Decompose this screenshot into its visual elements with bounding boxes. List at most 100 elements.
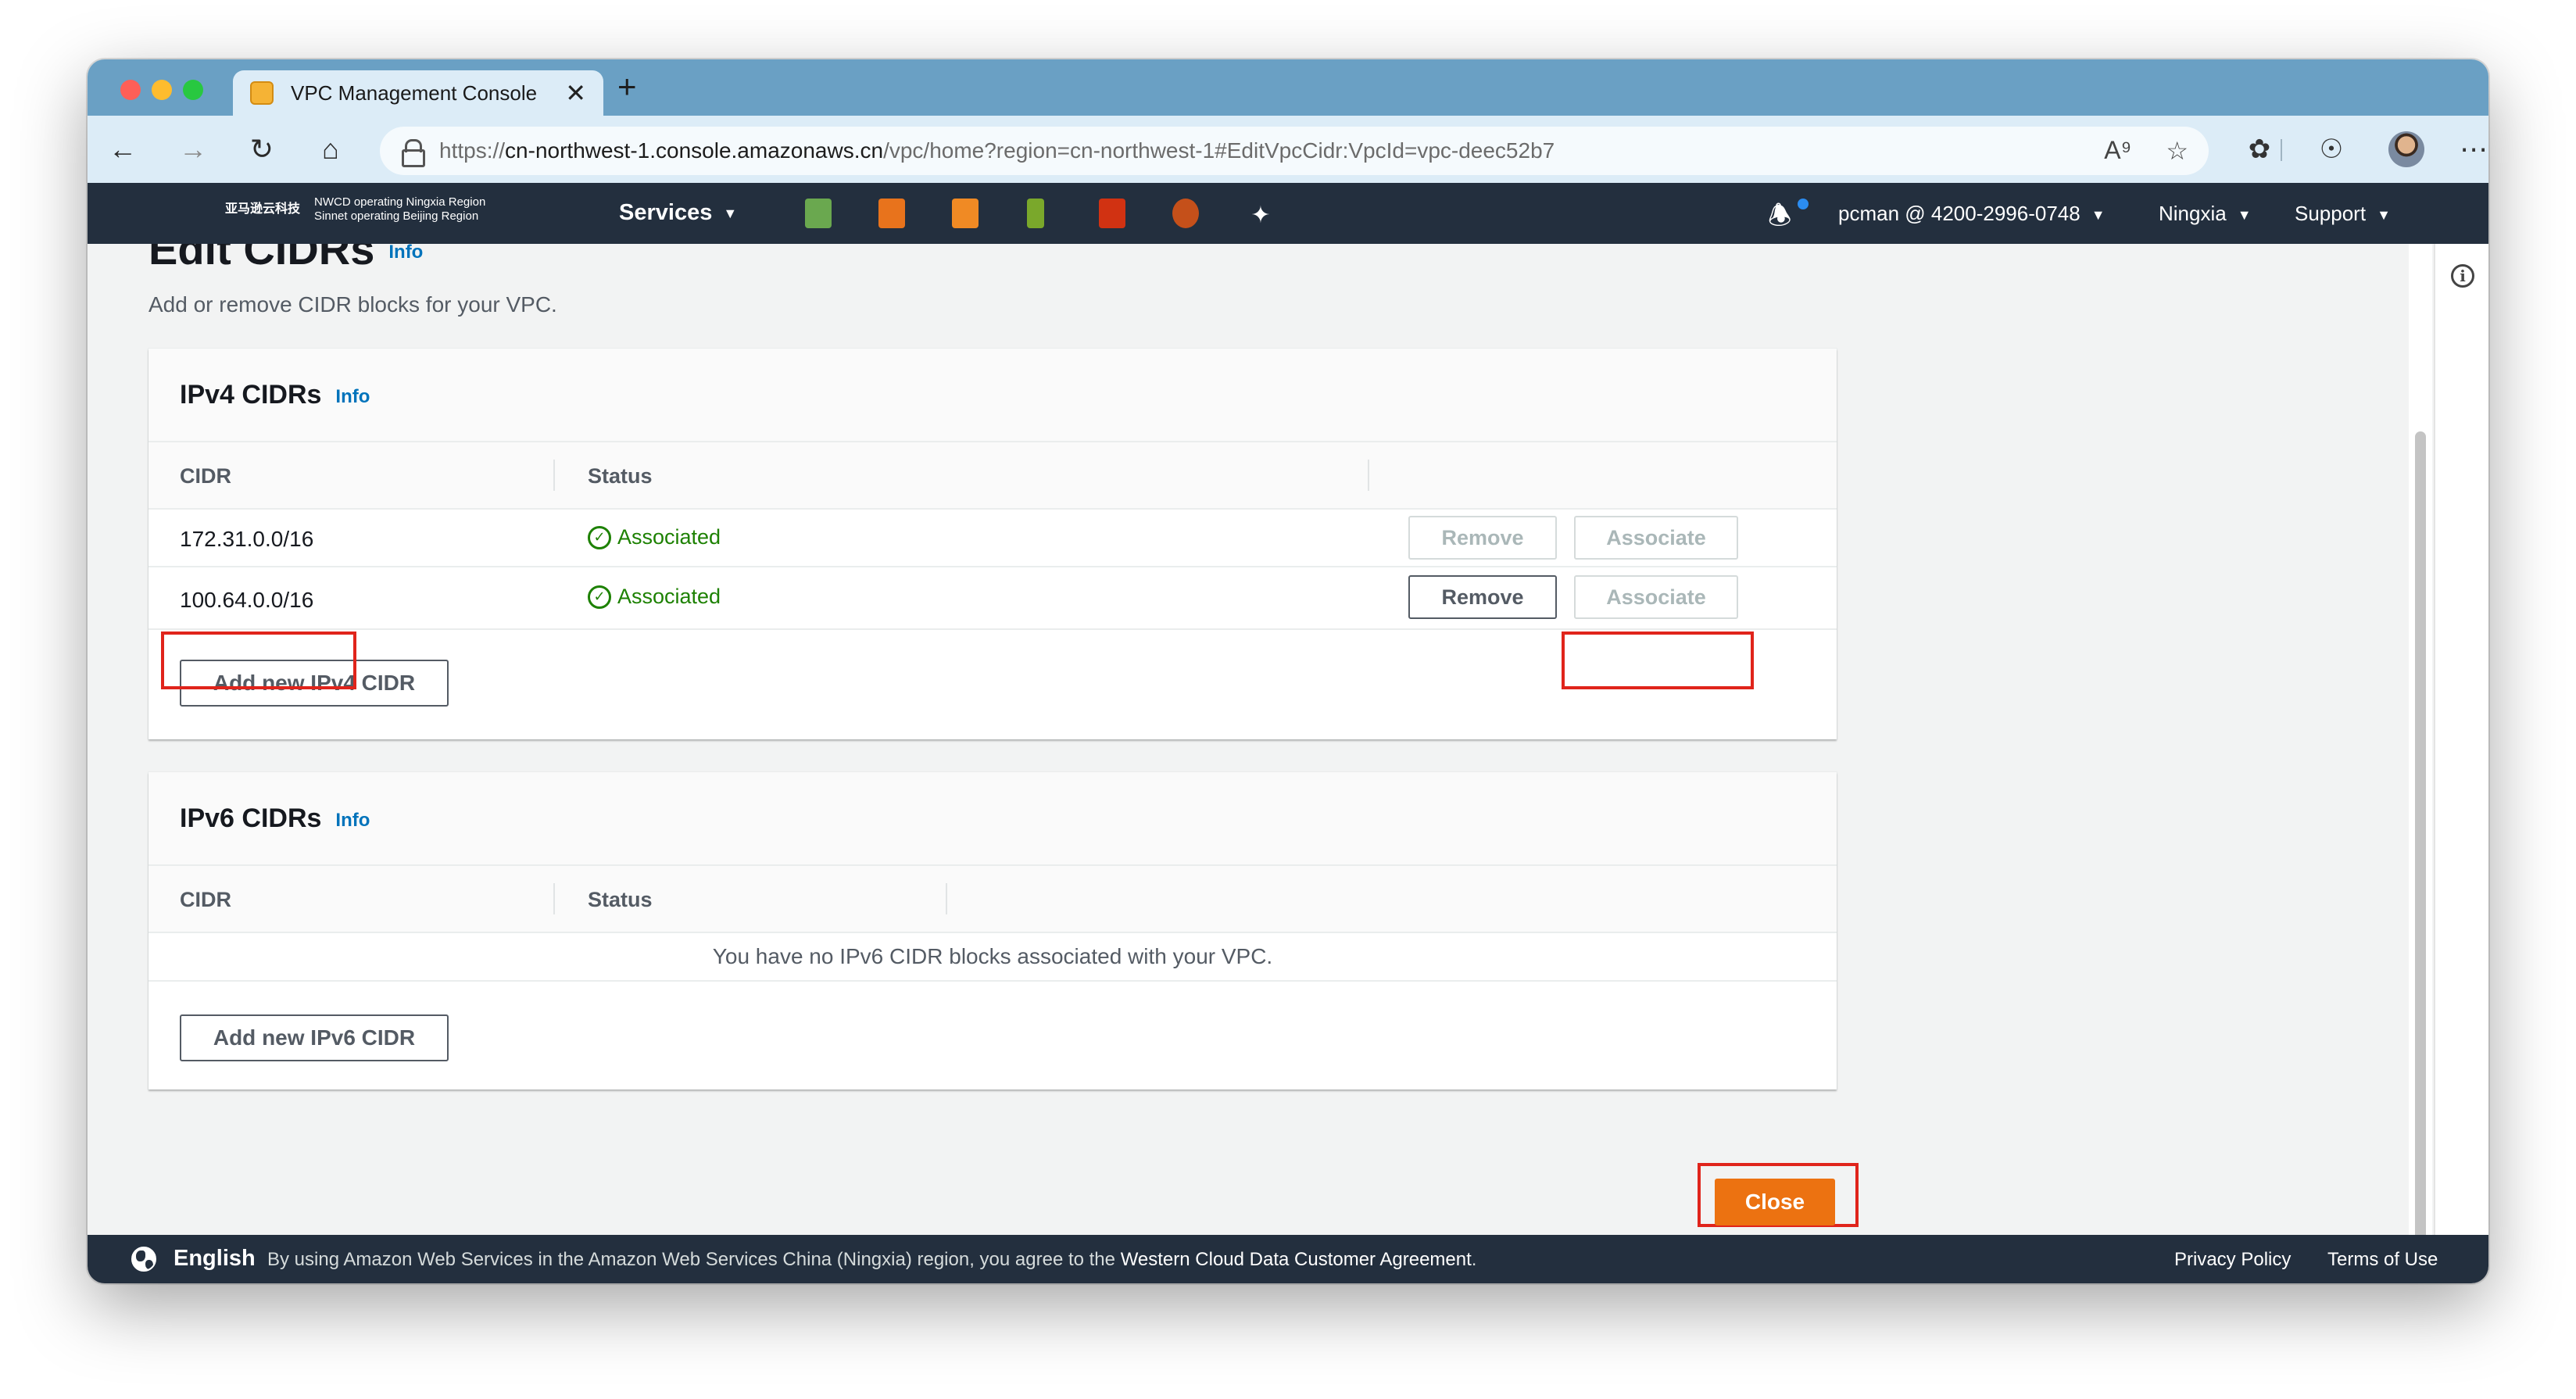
pinned-service-icon[interactable] [1172,199,1199,228]
pinned-service-icon[interactable] [952,199,979,228]
associate-button[interactable]: Associate [1574,516,1738,560]
browser-window: VPC Management Console ✕ + ← → ↻ ⌂ https… [88,59,2488,1283]
globe-icon[interactable] [131,1247,156,1272]
empty-state-row: You have no IPv6 CIDR blocks associated … [148,933,1837,982]
cidr-value: 100.64.0.0/16 [180,588,314,612]
ipv4-panel-header: IPv4 CIDRs Info [148,349,1837,442]
pinned-service-icon[interactable] [1099,199,1125,228]
page-scrollbar[interactable] [2409,244,2432,1257]
ipv6-panel-header: IPv6 CIDRs Info [148,772,1837,866]
url-host: cn-northwest-1.console.amazonaws.cn [505,138,884,163]
page-title-text: Edit CIDRs [148,244,375,274]
pinned-service-icon[interactable] [878,199,905,228]
associate-button[interactable]: Associate [1574,575,1738,619]
chevron-down-icon: ▼ [2377,206,2391,223]
services-menu-button[interactable]: Services ▼ [619,200,737,226]
ipv6-panel-title: IPv6 CIDRs [180,803,322,833]
chevron-down-icon: ▼ [723,205,738,221]
aws-logo-mark: 亚马逊云科技 [225,202,301,216]
browser-essentials-icon[interactable]: ☉ [2313,131,2349,167]
scrollbar-thumb[interactable] [2415,431,2426,1249]
favorite-star-icon[interactable]: ☆ [2166,136,2188,166]
terms-of-use-link[interactable]: Terms of Use [2327,1249,2438,1271]
column-divider [553,460,555,491]
cidr-column-header: CIDR [180,464,231,488]
status-column-header: Status [588,464,653,488]
info-circle-icon[interactable]: i [2451,264,2474,288]
ipv4-table-header: CIDR Status [148,442,1837,510]
url-text[interactable]: https://cn-northwest-1.console.amazonaws… [439,138,1555,163]
column-divider [946,883,947,914]
footer-notice-suffix: . [1471,1249,1477,1270]
address-bar[interactable]: https://cn-northwest-1.console.amazonaws… [380,127,2209,175]
extensions-puzzle-icon[interactable]: ✿ [2241,131,2277,167]
home-icon[interactable]: ⌂ [311,130,350,169]
region-label: Ningxia [2159,202,2227,225]
url-path: /vpc/home?region=cn-northwest-1#EditVpcC… [883,138,1555,163]
close-button[interactable]: Close [1715,1179,1835,1225]
status-column-header: Status [588,888,653,911]
ipv4-info-link[interactable]: Info [335,386,370,408]
status-badge: ✓ Associated [588,585,721,609]
page-title: Edit CIDRs Info [148,244,423,274]
tab-strip: VPC Management Console ✕ + [88,59,2488,116]
new-tab-button[interactable]: + [617,70,637,103]
column-divider [553,883,555,914]
services-label: Services [619,200,713,225]
cidr-value: 172.31.0.0/16 [180,527,314,551]
check-circle-icon: ✓ [588,525,611,549]
browser-toolbar: ← → ↻ ⌂ https://cn-northwest-1.console.a… [88,116,2488,183]
ipv6-cidrs-panel: IPv6 CIDRs Info CIDR Status You have no … [148,772,1837,1090]
window-minimize-button[interactable] [152,80,172,100]
customer-agreement-link[interactable]: Western Cloud Data Customer Agreement [1121,1249,1472,1270]
favicon-icon [250,81,274,105]
chevron-down-icon: ▼ [2237,206,2252,223]
url-scheme: https:// [439,138,506,163]
read-aloud-icon[interactable]: A⁹ [2104,136,2131,166]
footer-notice: By using Amazon Web Services in the Amaz… [267,1249,1476,1271]
window-close-button[interactable] [120,80,141,100]
check-circle-icon: ✓ [588,585,611,609]
ipv6-info-link[interactable]: Info [335,810,370,832]
remove-button[interactable]: Remove [1408,575,1557,619]
forward-arrow-icon[interactable]: → [174,130,213,169]
add-ipv6-cidr-button[interactable]: Add new IPv6 CIDR [180,1014,449,1061]
support-menu[interactable]: Support ▼ [2295,202,2391,226]
highlight-associate-button [1562,632,1754,689]
window-zoom-button[interactable] [183,80,203,100]
privacy-policy-link[interactable]: Privacy Policy [2174,1249,2291,1271]
lock-icon[interactable] [400,139,425,167]
help-panel-rail: i [2434,244,2488,1257]
ipv4-panel-title: IPv4 CIDRs [180,379,322,410]
browser-tab[interactable]: VPC Management Console ✕ [233,70,603,116]
account-label: pcman @ 4200-2996-0748 [1838,202,2080,225]
tab-title: VPC Management Console [291,81,538,105]
toolbar-divider [2281,139,2282,161]
status-badge: ✓ Associated [588,525,721,549]
notifications-bell-icon[interactable]: 🕭 [1768,197,1791,242]
aws-logo[interactable]: 亚马逊云科技 NWCD operating Ningxia Region Sin… [225,195,485,224]
table-row: 172.31.0.0/16 ✓ Associated Remove Associa… [148,510,1837,567]
pin-icon[interactable]: ✦ [1247,202,1274,231]
remove-button[interactable]: Remove [1408,516,1557,560]
profile-avatar[interactable] [2388,131,2424,167]
more-menu-icon[interactable]: ⋯ [2456,131,2488,167]
reload-icon[interactable]: ↻ [242,130,281,169]
pinned-service-icon[interactable] [1027,199,1044,228]
ipv6-table-header: CIDR Status [148,866,1837,933]
column-divider [1368,460,1369,491]
status-text: Associated [617,525,721,549]
region-menu[interactable]: Ningxia ▼ [2159,202,2252,226]
tab-close-icon[interactable]: ✕ [565,81,586,106]
footer-notice-prefix: By using Amazon Web Services in the Amaz… [267,1249,1116,1270]
account-menu[interactable]: pcman @ 4200-2996-0748 ▼ [1838,202,2106,226]
empty-state-message: You have no IPv6 CIDR blocks associated … [712,944,1273,968]
aws-console-header: 亚马逊云科技 NWCD operating Ningxia Region Sin… [88,183,2488,244]
aws-logo-line1: NWCD operating Ningxia Region [314,195,486,209]
page-info-link[interactable]: Info [388,244,423,263]
table-row: 100.64.0.0/16 ✓ Associated Remove Associa… [148,567,1837,630]
pinned-service-icon[interactable] [805,199,832,228]
language-selector[interactable]: English [174,1246,256,1272]
support-label: Support [2295,202,2367,225]
back-arrow-icon[interactable]: ← [103,130,142,169]
